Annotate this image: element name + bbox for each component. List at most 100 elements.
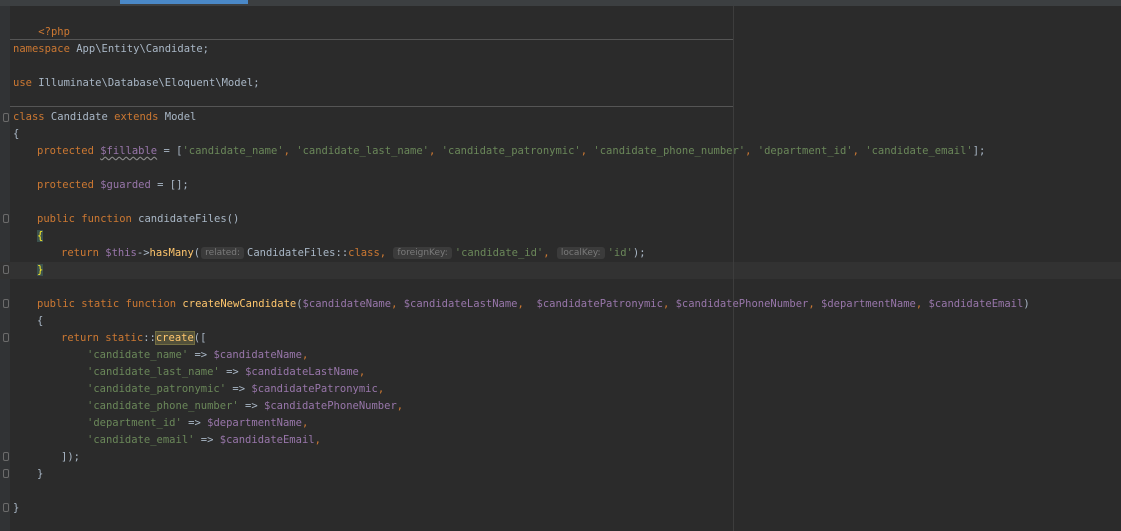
create-call: create bbox=[154, 331, 195, 345]
fillable-item: 'candidate_email' bbox=[865, 145, 973, 157]
parameter: $candidateLastName bbox=[403, 298, 518, 310]
array-key: 'candidate_phone_number' bbox=[87, 400, 239, 412]
code-line: } bbox=[37, 466, 43, 483]
array-key: 'candidate_name' bbox=[87, 349, 189, 361]
class-close-brace: } bbox=[13, 502, 20, 514]
code-line: } bbox=[37, 262, 44, 279]
hasmany-call: hasMany bbox=[149, 247, 194, 259]
protected-keyword: protected bbox=[37, 145, 94, 157]
fillable-item: 'candidate_name' bbox=[182, 145, 284, 157]
editor-tab-bar bbox=[0, 0, 1121, 6]
code-line: 'candidate_phone_number' => $candidatePh… bbox=[87, 400, 404, 412]
array-value: $candidatePhoneNumber bbox=[264, 400, 397, 412]
parameter: $candidateEmail bbox=[928, 298, 1024, 310]
code-line: 'candidate_last_name' => $candidateLastN… bbox=[87, 366, 366, 378]
parameter: $candidatePhoneNumber bbox=[675, 298, 809, 310]
method-name: candidateFiles() bbox=[131, 213, 240, 225]
guarded-variable: $guarded bbox=[100, 179, 151, 191]
class-name: Candidate bbox=[44, 111, 115, 123]
code-line: return static::create([ bbox=[61, 331, 207, 345]
namespace-keyword: namespace bbox=[13, 43, 70, 55]
array-key: 'candidate_last_name' bbox=[87, 366, 220, 378]
code-line: 'department_id' => $departmentName, bbox=[87, 417, 309, 429]
use-import: Illuminate\Database\Eloquent\Model; bbox=[31, 77, 260, 89]
namespace-name: App\Entity\Candidate; bbox=[69, 43, 209, 55]
code-line: 'candidate_patronymic' => $candidatePatr… bbox=[87, 383, 385, 395]
array-key: 'candidate_email' bbox=[87, 434, 195, 446]
code-line: ]); bbox=[61, 449, 80, 466]
parameter-hint: localKey: bbox=[556, 247, 605, 259]
array-close: ]); bbox=[61, 451, 80, 463]
array-value: $departmentName bbox=[207, 417, 302, 429]
array-key: 'candidate_patronymic' bbox=[87, 383, 227, 395]
fold-marker-icon[interactable] bbox=[3, 214, 9, 223]
fold-marker-icon[interactable] bbox=[3, 503, 9, 512]
class-keyword: class bbox=[13, 111, 45, 123]
method-separator bbox=[10, 106, 733, 107]
code-line: { bbox=[37, 313, 43, 330]
code-line: public static function createNewCandidat… bbox=[37, 298, 1030, 310]
fillable-item: 'candidate_patronymic' bbox=[441, 145, 581, 157]
static-keyword: static bbox=[105, 332, 144, 344]
fold-marker-icon[interactable] bbox=[3, 299, 9, 308]
fillable-item: 'department_id' bbox=[757, 145, 853, 157]
array-value: $candidateLastName bbox=[245, 366, 359, 378]
fold-marker-icon[interactable] bbox=[3, 469, 9, 478]
array-value: $candidateName bbox=[213, 349, 302, 361]
parent-class: Model bbox=[158, 111, 197, 123]
parameter-hint: foreignKey: bbox=[393, 247, 452, 259]
fold-marker-icon[interactable] bbox=[3, 265, 9, 274]
code-line: <?php bbox=[13, 7, 70, 38]
fillable-variable: $fillable bbox=[100, 145, 158, 157]
foreign-key-value: 'candidate_id' bbox=[454, 247, 544, 259]
array-value: $candidateEmail bbox=[219, 434, 315, 446]
return-keyword: return bbox=[61, 247, 99, 259]
class-open-brace: { bbox=[13, 128, 20, 140]
code-line: { bbox=[37, 228, 44, 245]
fold-marker-icon[interactable] bbox=[3, 452, 9, 461]
code-line: namespace App\Entity\Candidate; bbox=[13, 41, 209, 58]
fold-marker-icon[interactable] bbox=[3, 333, 9, 342]
array-value: $candidatePatronymic bbox=[251, 383, 378, 395]
assign: = [ bbox=[157, 145, 183, 157]
this-variable: $this bbox=[105, 247, 137, 259]
method-close-brace: } bbox=[37, 468, 44, 480]
parameter: $departmentName bbox=[821, 298, 916, 310]
fillable-item: 'candidate_last_name' bbox=[296, 145, 430, 157]
php-open-tag: <?php bbox=[38, 26, 70, 38]
public-static-keyword: public static bbox=[37, 298, 120, 310]
active-tab-indicator[interactable] bbox=[120, 0, 248, 4]
code-line: return $this->hasMany(related: CandidateF… bbox=[61, 247, 646, 259]
fold-marker-icon[interactable] bbox=[3, 113, 9, 122]
array-key: 'department_id' bbox=[87, 417, 182, 429]
parameter: $candidateName bbox=[302, 298, 392, 310]
parameter-hint: related: bbox=[201, 247, 244, 259]
code-line: protected $fillable = ['candidate_name',… bbox=[37, 145, 986, 157]
method-separator bbox=[10, 39, 733, 40]
function-keyword: function bbox=[81, 213, 132, 225]
code-line: use Illuminate\Database\Eloquent\Model; bbox=[13, 75, 260, 92]
caret-line-highlight bbox=[0, 262, 1121, 279]
local-key-value: 'id' bbox=[607, 247, 633, 259]
fillable-item: 'candidate_phone_number' bbox=[593, 145, 746, 157]
class-reference: CandidateFiles:: bbox=[247, 247, 349, 259]
method-open-brace: { bbox=[37, 230, 44, 242]
function-keyword: function bbox=[125, 298, 177, 310]
code-line: 'candidate_email' => $candidateEmail, bbox=[87, 434, 321, 446]
method-name: createNewCandidate bbox=[182, 298, 297, 310]
code-line: { bbox=[13, 126, 19, 143]
return-keyword: return bbox=[61, 332, 99, 344]
public-keyword: public bbox=[37, 213, 75, 225]
code-line: 'candidate_name' => $candidateName, bbox=[87, 349, 309, 361]
code-line: class Candidate extends Model bbox=[13, 109, 196, 126]
right-margin-guide bbox=[733, 6, 734, 531]
extends-keyword: extends bbox=[114, 111, 159, 123]
code-line: } bbox=[13, 500, 19, 517]
protected-keyword: protected bbox=[37, 179, 94, 191]
parameter: $candidatePatronymic bbox=[530, 298, 663, 310]
method-open-brace: { bbox=[37, 315, 44, 327]
method-close-brace: } bbox=[37, 264, 44, 276]
code-line: public function candidateFiles() bbox=[37, 211, 239, 228]
use-keyword: use bbox=[13, 77, 32, 89]
code-line: protected $guarded = []; bbox=[37, 179, 189, 191]
